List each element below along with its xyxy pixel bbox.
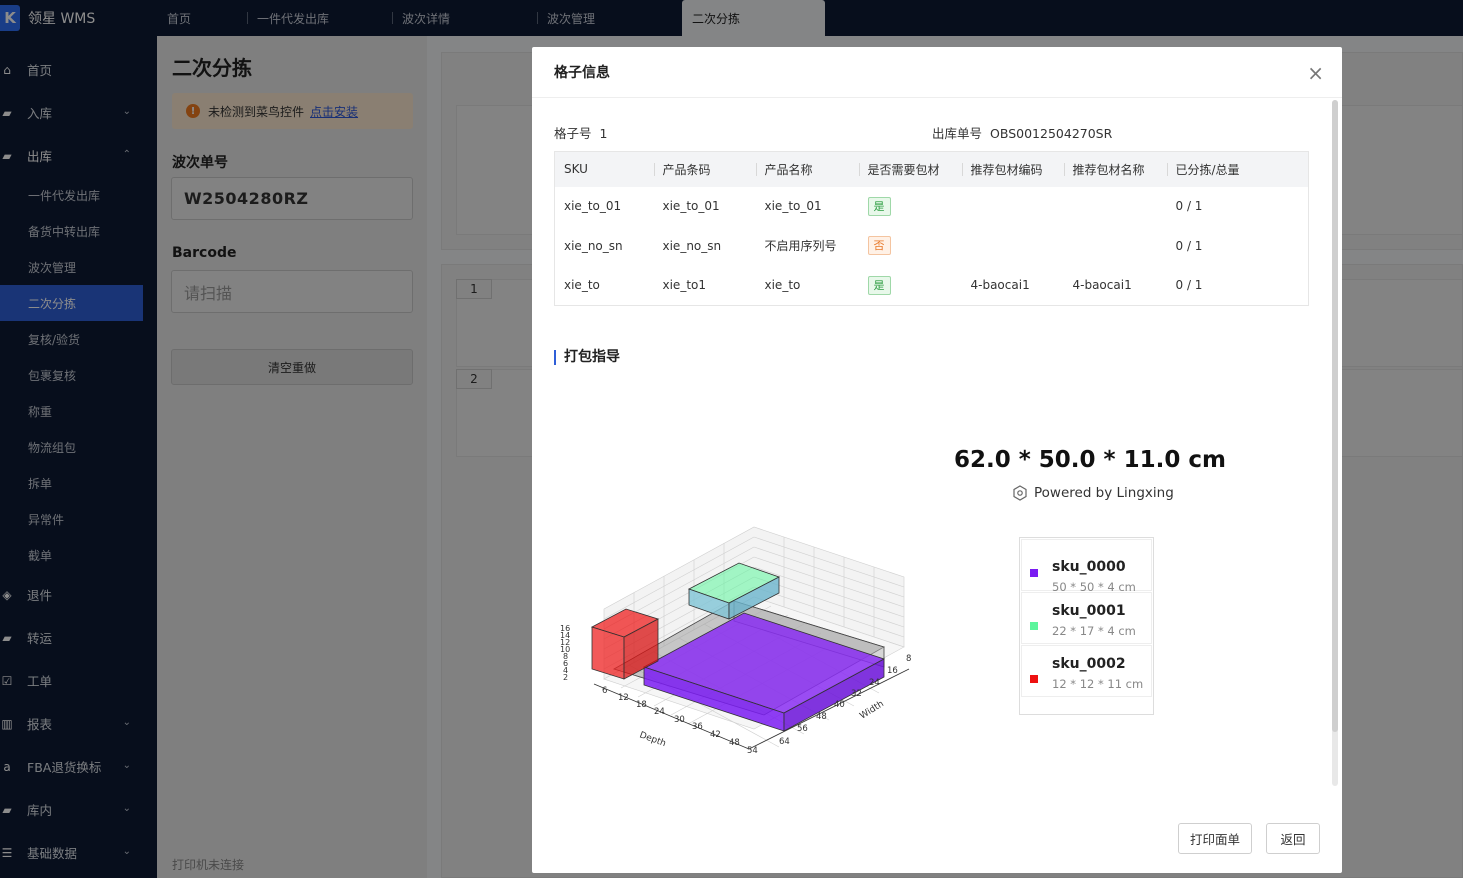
legend-item: sku_0000 50 * 50 * 4 cm	[1021, 539, 1152, 594]
depth-axis-label: Depth	[638, 730, 667, 749]
status-badge: 否	[867, 236, 891, 256]
order-number-label: 出库单号	[932, 126, 983, 141]
cell-progress: 0 / 1	[1175, 199, 1203, 214]
column-header-sku: SKU	[554, 151, 654, 187]
cell-product-name: 不启用序列号	[764, 239, 837, 254]
depth-tick: 30	[674, 715, 685, 725]
depth-tick: 42	[710, 730, 721, 740]
cell-need-packaging: 是	[859, 187, 962, 227]
cell-packaging-code	[962, 226, 1064, 266]
grid-number-value: 1	[599, 126, 608, 141]
table-row: xie_no_sn xie_no_sn 不启用序列号 否 0 / 1	[555, 226, 1309, 266]
cell-progress: 0 / 1	[1175, 238, 1203, 253]
legend-sku-name: sku_0001	[1052, 603, 1126, 619]
depth-tick: 54	[747, 746, 758, 756]
order-number-value: OBS0012504270SR	[990, 126, 1113, 141]
width-tick: 56	[797, 724, 808, 734]
cell-progress: 0 / 1	[1175, 278, 1203, 292]
cell-barcode: xie_no_sn	[662, 238, 722, 253]
depth-tick: 18	[636, 700, 647, 710]
legend-item: sku_0001 22 * 17 * 4 cm	[1021, 592, 1152, 644]
cell-barcode: xie_to1	[662, 278, 707, 292]
modal-title: 格子信息	[554, 65, 610, 81]
width-tick: 64	[779, 737, 790, 747]
sku-legend: sku_0000 50 * 50 * 4 cm sku_0001 22 * 17…	[1019, 537, 1154, 715]
sku-table: SKU 产品条码 产品名称 是否需要包材 推荐包材编码 推荐包材名称 已分拣/总…	[554, 151, 1309, 306]
cell-packaging-name: 4-baocai1	[1072, 278, 1132, 292]
column-header-need-packaging: 是否需要包材	[858, 151, 962, 187]
cell-sku: xie_to	[564, 278, 600, 292]
cell-barcode: xie_to_01	[662, 199, 720, 214]
order-number-info: 出库单号 OBS0012504270SR	[932, 123, 1112, 142]
width-tick: 8	[906, 654, 911, 664]
width-tick: 16	[887, 666, 898, 676]
depth-tick: 24	[654, 707, 665, 717]
back-button[interactable]: 返回	[1266, 823, 1320, 854]
width-tick: 48	[816, 712, 827, 722]
cell-need-packaging: 是	[859, 266, 962, 306]
grid-number-info: 格子号 1	[554, 123, 607, 142]
cell-sku: xie_no_sn	[564, 238, 623, 253]
column-header-product-name: 产品名称	[755, 151, 859, 187]
table-row: xie_to_01 xie_to_01 xie_to_01 是 0 / 1	[555, 187, 1309, 227]
close-icon[interactable]: ×	[1307, 61, 1324, 85]
legend-swatch	[1030, 675, 1038, 683]
cell-packaging-name	[1064, 187, 1167, 227]
cell-product-name: xie_to	[764, 278, 801, 292]
column-header-packaging-name: 推荐包材名称	[1063, 151, 1167, 187]
status-badge: 是	[867, 196, 891, 216]
column-header-packaging-code: 推荐包材编码	[961, 151, 1064, 187]
depth-tick: 6	[602, 686, 607, 696]
powered-by-text: Powered by Lingxing	[1034, 485, 1174, 501]
table-row: xie_to xie_to1 xie_to 是 4-baocai1 4-baoc…	[555, 266, 1309, 306]
z-axis-ticks: 16 14 12 10 8 6 4 2	[560, 624, 570, 682]
legend-sku-name: sku_0000	[1052, 559, 1126, 575]
depth-tick: 36	[692, 722, 703, 732]
column-header-barcode: 产品条码	[653, 151, 756, 187]
print-label-button[interactable]: 打印面单	[1178, 823, 1252, 854]
cell-need-packaging: 否	[859, 226, 962, 266]
packing-guide-title: 打包指导	[554, 350, 620, 365]
width-tick: 40	[834, 700, 845, 710]
cell-packaging-code	[962, 187, 1064, 227]
cell-sku: xie_to_01	[564, 199, 622, 214]
table-header-row: SKU 产品条码 产品名称 是否需要包材 推荐包材编码 推荐包材名称 已分拣/总…	[554, 151, 1309, 187]
grid-info-modal: 格子信息 × 格子号 1 出库单号 OBS0012504270SR SKU 产品条码…	[532, 47, 1342, 873]
z-tick: 2	[563, 673, 568, 682]
column-header-progress: 已分拣/总量	[1166, 151, 1309, 187]
width-axis-label: Width	[858, 699, 885, 721]
legend-swatch	[1030, 622, 1038, 630]
status-badge: 是	[867, 275, 891, 295]
powered-by: Powered by Lingxing	[1012, 485, 1174, 501]
modal-header: 格子信息 ×	[532, 47, 1342, 98]
package-dimensions: 62.0 * 50.0 * 11.0 cm	[954, 447, 1226, 473]
cell-packaging-name	[1064, 226, 1167, 266]
cell-product-name: xie_to_01	[764, 199, 822, 214]
packing-3d-plot: 16 14 12 10 8 6 4 2 6 12 18 24 30 36 42 …	[560, 526, 911, 756]
depth-tick: 12	[618, 693, 629, 703]
legend-item: sku_0002 12 * 12 * 11 cm	[1021, 645, 1152, 697]
lingxing-logo-icon	[1013, 485, 1027, 501]
width-tick: 24	[869, 678, 880, 688]
depth-tick: 48	[729, 738, 740, 748]
width-tick: 32	[851, 689, 862, 699]
grid-number-label: 格子号	[554, 126, 592, 141]
cell-packaging-code: 4-baocai1	[970, 278, 1030, 292]
legend-swatch	[1030, 569, 1038, 577]
legend-sku-name: sku_0002	[1052, 656, 1126, 672]
modal-scrollbar-thumb[interactable]	[1332, 100, 1338, 732]
legend-sku-dims: 12 * 12 * 11 cm	[1052, 677, 1144, 691]
legend-sku-dims: 22 * 17 * 4 cm	[1052, 624, 1136, 638]
